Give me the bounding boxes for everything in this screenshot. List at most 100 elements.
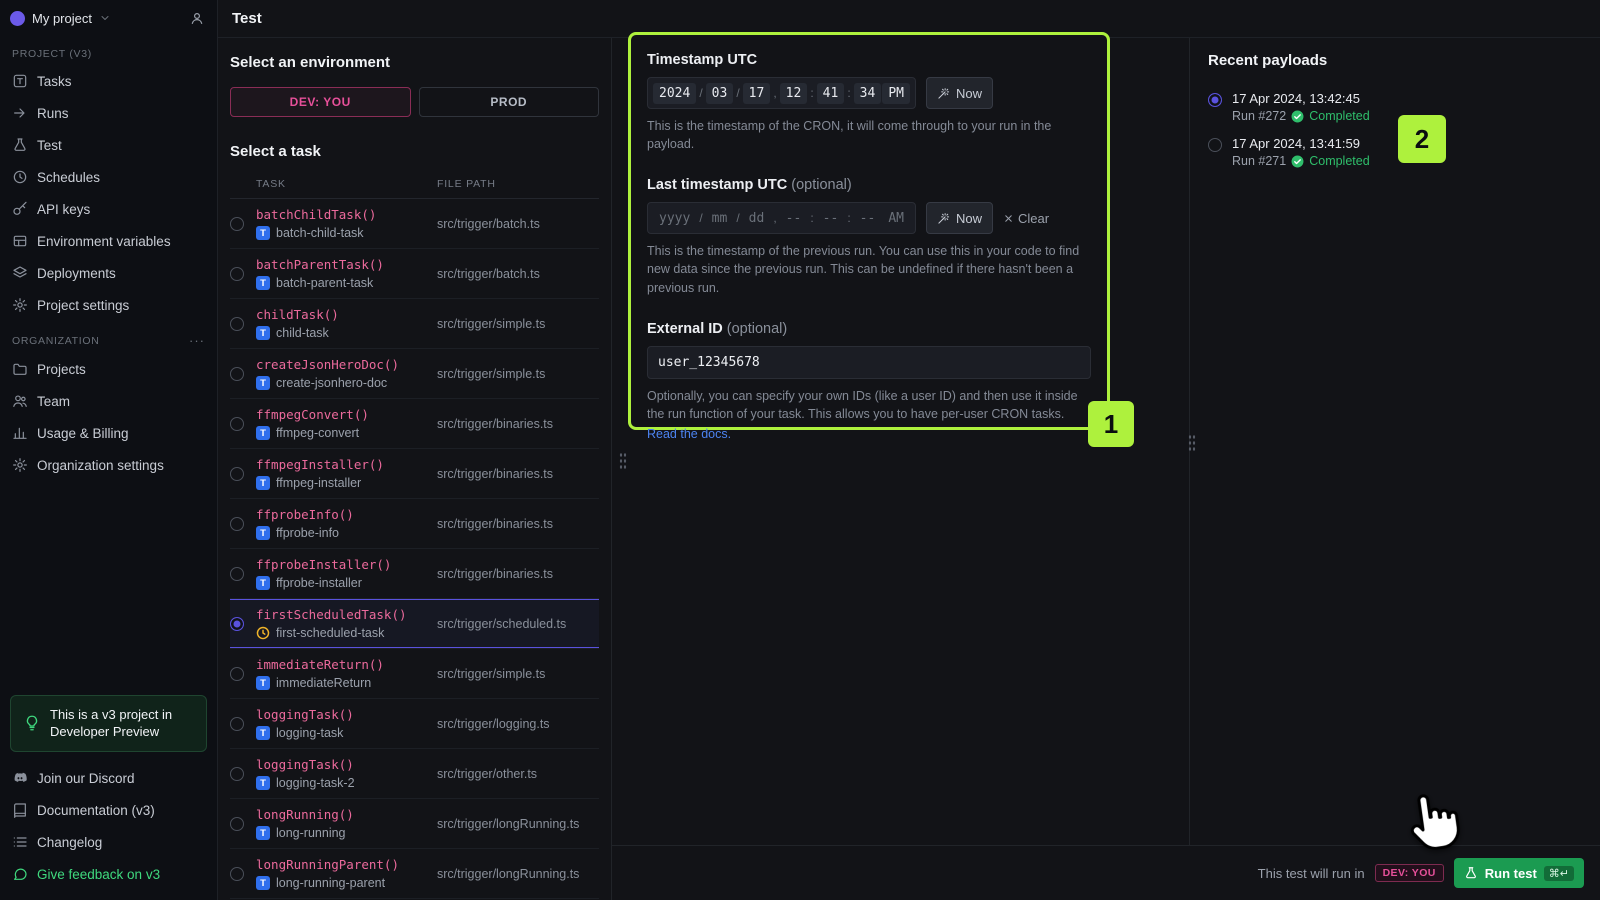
task-radio[interactable] [230, 566, 244, 581]
task-radio[interactable] [230, 716, 244, 731]
task-radio[interactable] [230, 416, 244, 431]
sidebar-footer-item-give-feedback-on-v3[interactable]: Give feedback on v3 [0, 858, 217, 890]
task-radio[interactable] [230, 366, 244, 381]
payload-item[interactable]: 17 Apr 2024, 13:42:45 Run #272 Completed [1208, 91, 1582, 123]
payload-item[interactable]: 17 Apr 2024, 13:41:59 Run #271 Completed [1208, 136, 1582, 168]
task-radio[interactable] [230, 516, 244, 531]
task-slug: batch-parent-task [276, 276, 374, 290]
last-timestamp-help-text: This is the timestamp of the previous ru… [647, 244, 1080, 295]
task-row[interactable]: immediateReturn() TimmediateReturn src/tri… [230, 649, 599, 699]
read-the-docs-link[interactable]: Read the docs. [647, 425, 1089, 443]
last-minute-segment[interactable]: -- [817, 208, 845, 229]
task-row[interactable]: ffprobeInfo() Tffprobe-info src/trigger/bi… [230, 499, 599, 549]
task-name: batchParentTask() [256, 257, 384, 272]
task-radio[interactable] [230, 216, 244, 231]
task-row[interactable]: childTask() Tchild-task src/trigger/simple… [230, 299, 599, 349]
task-row[interactable]: batchParentTask() Tbatch-parent-task src/t… [230, 249, 599, 299]
task-badge-icon: T [256, 726, 270, 740]
last-timestamp-now-button[interactable]: Now [925, 202, 993, 235]
last-hour-segment[interactable]: -- [780, 208, 808, 229]
payload-list: 17 Apr 2024, 13:42:45 Run #272 Completed 17… [1208, 91, 1582, 168]
task-row[interactable]: loggingTask() Tlogging-task src/trigger/lo… [230, 699, 599, 749]
column-file-path: FILE PATH [437, 178, 496, 190]
last-day-segment[interactable]: dd [743, 208, 771, 229]
sidebar-item-projects[interactable]: Projects [0, 353, 217, 385]
timestamp-day-segment[interactable]: 17 [742, 82, 771, 104]
beaker-icon [1464, 866, 1478, 880]
sidebar-item-environment-variables[interactable]: Environment variables [0, 225, 217, 257]
task-radio[interactable] [230, 766, 244, 781]
payload-radio[interactable] [1208, 93, 1222, 107]
last-meridiem-segment[interactable]: AM [882, 208, 910, 229]
sidebar-footer-item-documentation-v3[interactable]: Documentation (v3) [0, 794, 217, 826]
timestamp-month-segment[interactable]: 03 [705, 82, 734, 104]
task-row[interactable]: ffmpegConvert() Tffmpeg-convert src/trigge… [230, 399, 599, 449]
panes: Timestamp UTC 2024/ 03/ 17, 12: 41: 34 P… [612, 32, 1600, 845]
sidebar-item-deployments[interactable]: Deployments [0, 257, 217, 289]
task-row[interactable]: longRunningParent() Tlong-running-parent s… [230, 849, 599, 899]
sidebar-item-schedules[interactable]: Schedules [0, 161, 217, 193]
test-form-panel: Timestamp UTC 2024/ 03/ 17, 12: 41: 34 P… [612, 32, 1190, 845]
sidebar-item-api-keys[interactable]: API keys [0, 193, 217, 225]
date-separator: / [736, 211, 740, 226]
sidebar-footer-item-changelog[interactable]: Changelog [0, 826, 217, 858]
task-row[interactable]: ffmpegInstaller() Tffmpeg-installer src/tr… [230, 449, 599, 499]
sidebar-item-tasks[interactable]: Tasks [0, 65, 217, 97]
task-row[interactable]: batchChildTask() Tbatch-child-task src/tri… [230, 199, 599, 249]
task-radio[interactable] [230, 266, 244, 281]
sidebar-item-organization-settings[interactable]: Organization settings [0, 449, 217, 481]
env-prod-button[interactable]: PROD [418, 87, 599, 117]
last-month-segment[interactable]: mm [706, 208, 734, 229]
env-dev-button[interactable]: DEV: YOU [230, 87, 411, 117]
timestamp-hour-segment[interactable]: 12 [779, 82, 808, 104]
sidebar-item-label: Environment variables [37, 233, 171, 249]
payload-radio[interactable] [1208, 138, 1222, 152]
timestamp-now-button[interactable]: Now [925, 77, 993, 109]
task-radio[interactable] [230, 316, 244, 331]
runs-icon [12, 105, 28, 121]
user-avatar[interactable] [187, 8, 207, 28]
sidebar-item-usage-billing[interactable]: Usage & Billing [0, 417, 217, 449]
timestamp-meridiem-segment[interactable]: PM [882, 82, 910, 104]
timestamp-input[interactable]: 2024/ 03/ 17, 12: 41: 34 PM [647, 77, 916, 109]
timestamp-second-segment[interactable]: 34 [853, 82, 882, 104]
timestamp-year-segment[interactable]: 2024 [653, 82, 697, 104]
task-radio[interactable] [230, 866, 244, 881]
task-radio[interactable] [230, 666, 244, 681]
task-row[interactable]: loggingTask() Tlogging-task-2 src/trigger/… [230, 749, 599, 799]
task-heading: Select a task [230, 143, 321, 160]
task-row[interactable]: ffprobeInstaller() Tffprobe-installer src/… [230, 549, 599, 599]
date-separator: / [699, 86, 703, 100]
sidebar-item-label: Usage & Billing [37, 425, 129, 441]
task-radio[interactable] [230, 616, 244, 631]
sidebar-footer-item-join-our-discord[interactable]: Join our Discord [0, 762, 217, 794]
clear-button[interactable]: Clear [1003, 211, 1049, 226]
run-test-button[interactable]: Run test ⌘↵ [1453, 858, 1584, 888]
pane-resize-handle[interactable] [619, 452, 627, 470]
chevron-down-icon[interactable] [99, 12, 111, 24]
last-year-segment[interactable]: yyyy [653, 208, 696, 229]
task-name: ffmpegInstaller() [256, 457, 384, 472]
date-separator: , [773, 211, 777, 226]
task-row[interactable]: createJsonHeroDoc() Tcreate-jsonhero-doc s… [230, 349, 599, 399]
task-slug: long-running-parent [276, 876, 386, 890]
sidebar-item-project-settings[interactable]: Project settings [0, 289, 217, 321]
timestamp-minute-segment[interactable]: 41 [816, 82, 845, 104]
list-icon [12, 834, 28, 850]
project-switcher[interactable]: My project [32, 11, 92, 26]
sidebar-item-team[interactable]: Team [0, 385, 217, 417]
sidebar-item-runs[interactable]: Runs [0, 97, 217, 129]
project-logo [10, 10, 25, 26]
section-menu-button[interactable]: ··· [189, 333, 205, 348]
pane-resize-handle[interactable] [1188, 434, 1196, 452]
external-id-input[interactable]: user_12345678 [647, 345, 1091, 379]
task-row[interactable]: firstScheduledTask() first-scheduled-task… [230, 599, 599, 649]
discord-icon [12, 770, 28, 786]
last-timestamp-input[interactable]: yyyy / mm / dd, --: --: -- AM [647, 202, 916, 235]
run-in-text: This test will run in [1257, 865, 1365, 881]
sidebar-item-test[interactable]: Test [0, 129, 217, 161]
task-radio[interactable] [230, 466, 244, 481]
last-second-segment[interactable]: -- [854, 208, 882, 229]
task-radio[interactable] [230, 816, 244, 831]
task-row[interactable]: longRunning() Tlong-running src/trigger/lo… [230, 799, 599, 849]
